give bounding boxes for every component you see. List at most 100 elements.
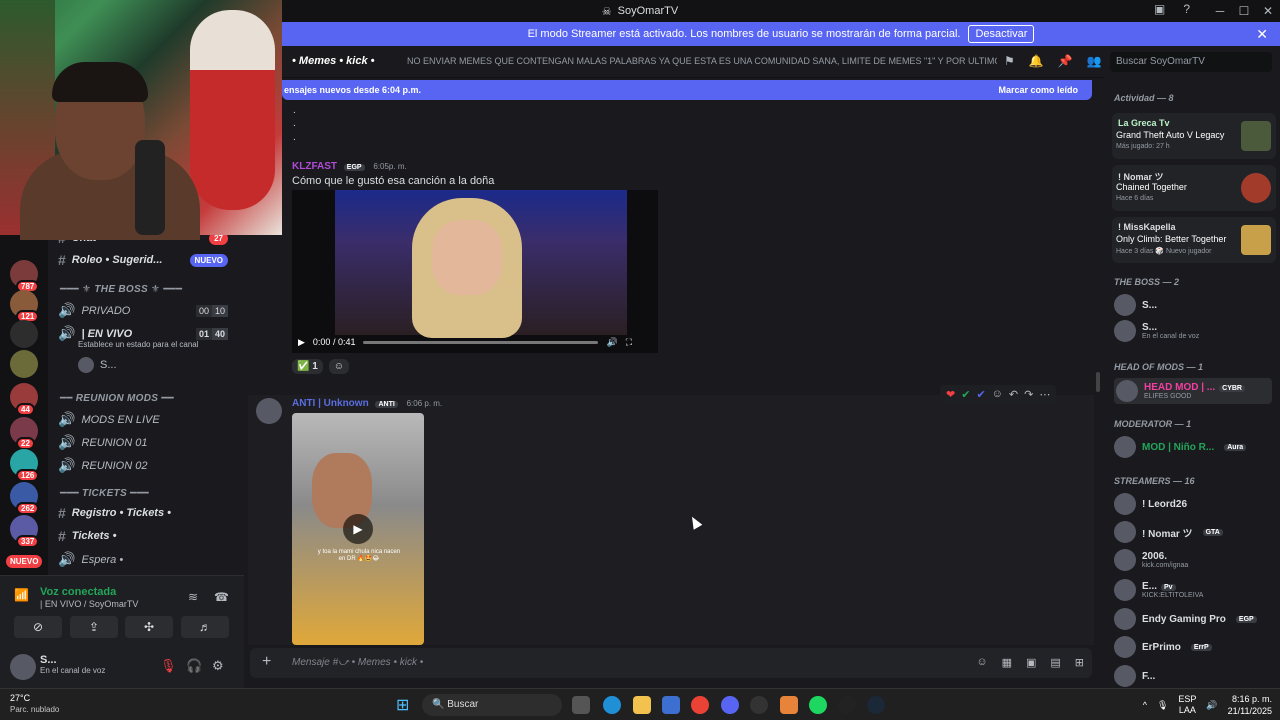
pin-icon[interactable]: 📌 bbox=[1058, 54, 1073, 68]
sticker-icon[interactable]: ▣ bbox=[1026, 656, 1036, 669]
forward-icon[interactable]: ↷ bbox=[1024, 388, 1033, 401]
server-icon[interactable]: 121 bbox=[10, 290, 40, 323]
member-item[interactable]: ! Leord26 bbox=[1114, 493, 1187, 515]
play-icon[interactable]: ▶ bbox=[298, 337, 305, 348]
member-item[interactable]: F... bbox=[1114, 665, 1155, 687]
disable-streamer-button[interactable]: Desactivar bbox=[968, 25, 1035, 43]
video-attachment[interactable]: ▶ y toa la mami chula nica nacen en DR 🔥… bbox=[292, 413, 424, 645]
minimize-button[interactable]: ─ bbox=[1208, 4, 1232, 18]
server-icon[interactable]: 126 bbox=[10, 449, 40, 482]
maximize-button[interactable]: ☐ bbox=[1232, 4, 1256, 18]
video-attachment[interactable]: ▶ 0:00 / 0:41 🔊 ⛶ bbox=[292, 190, 658, 353]
member-item[interactable]: 2006. kick.com/ignaa bbox=[1114, 549, 1188, 571]
inbox-icon[interactable]: ▣ bbox=[1154, 2, 1165, 16]
user-name[interactable]: S... bbox=[40, 654, 57, 666]
image-icon[interactable]: ▤ bbox=[1050, 656, 1060, 669]
member-item[interactable]: E... Pv KICK:ELTITOLEIVA bbox=[1114, 579, 1203, 601]
share-screen-button[interactable]: ⇪ bbox=[70, 616, 118, 638]
camera-button[interactable]: ⊘ bbox=[14, 616, 62, 638]
message-author[interactable]: KLZFAST EGP 6:05p. m. bbox=[292, 161, 407, 172]
activities-button[interactable]: ✣ bbox=[125, 616, 173, 638]
channel-registro-tickets[interactable]: # Registro • Tickets • bbox=[58, 505, 238, 521]
bell-icon[interactable]: 🔔 bbox=[1029, 54, 1044, 68]
gear-icon[interactable]: ⚙ bbox=[212, 658, 224, 674]
check-icon[interactable]: ✔ bbox=[961, 388, 970, 401]
signal-icon[interactable]: 📶 bbox=[14, 588, 29, 602]
mic-icon[interactable]: 🎙 bbox=[1157, 700, 1168, 711]
member-item[interactable]: HEAD MOD | ... CYBR ELIFES GOOD bbox=[1114, 378, 1272, 404]
threads-icon[interactable]: ⚑ bbox=[1004, 54, 1015, 68]
category-reunion-mods[interactable]: ━━ REUNION MODS ━━ bbox=[60, 393, 174, 404]
avatar[interactable] bbox=[10, 654, 36, 680]
mute-icon[interactable]: 🎙 bbox=[160, 658, 177, 674]
members-icon[interactable]: 👥 bbox=[1087, 54, 1102, 68]
channel-tickets[interactable]: # Tickets • bbox=[58, 528, 238, 544]
obs-icon[interactable] bbox=[838, 696, 856, 714]
chevron-up-icon[interactable]: ^ bbox=[1143, 700, 1147, 710]
activity-card[interactable]: ! MissKapella Only Climb: Better Together… bbox=[1112, 217, 1276, 263]
category-tickets[interactable]: ━━━ TICKETS ━━━ bbox=[60, 488, 149, 499]
discord-icon[interactable] bbox=[721, 696, 739, 714]
windows-start-icon[interactable]: ⊞ bbox=[396, 695, 409, 715]
channel-status-hint[interactable]: Establece un estado para el canal bbox=[78, 340, 244, 349]
member-item[interactable]: ErPrimo ErrP bbox=[1114, 636, 1212, 658]
more-icon[interactable]: ⋯ bbox=[1039, 388, 1050, 401]
reply-icon[interactable]: ↶ bbox=[1009, 388, 1018, 401]
steam-icon[interactable] bbox=[867, 696, 885, 714]
weather-widget[interactable]: 27°C Parc. nublado bbox=[10, 693, 59, 715]
search-input[interactable]: Buscar SoyOmarTV bbox=[1110, 52, 1272, 72]
fullscreen-icon[interactable]: ⛶ bbox=[626, 337, 632, 348]
new-server-badge[interactable]: NUEVO bbox=[6, 555, 43, 568]
emoji-icon[interactable]: ☺ bbox=[976, 656, 987, 669]
mark-read-button[interactable]: Marcar como leído bbox=[998, 85, 1078, 95]
scrollbar[interactable] bbox=[1096, 372, 1100, 392]
server-icon[interactable] bbox=[10, 320, 38, 348]
member-item[interactable]: S... bbox=[1114, 294, 1157, 316]
language-indicator[interactable]: ESP LAA bbox=[1178, 694, 1196, 716]
spotify-icon[interactable] bbox=[809, 696, 827, 714]
channel-reunion-02[interactable]: 🔊 REUNION 02 bbox=[58, 457, 238, 474]
channel-espera[interactable]: 🔊 Espera • bbox=[58, 551, 238, 568]
close-button[interactable]: ✕ bbox=[1256, 4, 1280, 18]
app-icon[interactable] bbox=[780, 696, 798, 714]
verified-icon[interactable]: ✔ bbox=[976, 388, 985, 401]
server-icon[interactable]: 44 bbox=[10, 383, 38, 416]
member-item[interactable]: S... En el canal de voz bbox=[1114, 320, 1199, 342]
taskbar-search[interactable]: 🔍 Buscar bbox=[422, 694, 562, 716]
message-author[interactable]: ANTI | Unknown ANTI 6:06 p. m. bbox=[292, 398, 442, 409]
member-item[interactable]: Endy Gaming Pro EGP bbox=[1114, 608, 1257, 630]
activity-card[interactable]: ! Nomar ツ Chained Together Hace 6 días bbox=[1112, 165, 1276, 211]
apps-icon[interactable]: ⊞ bbox=[1075, 656, 1084, 669]
message-composer[interactable]: + Mensaje #⤻ • Memes • kick • ☺ ▦ ▣ ▤ ⊞ bbox=[250, 648, 1092, 678]
gif-icon[interactable]: ▦ bbox=[1002, 656, 1012, 669]
activity-card[interactable]: La Greca Tv Grand Theft Auto V Legacy Más … bbox=[1112, 113, 1276, 159]
add-reaction-icon[interactable]: ☺ bbox=[992, 388, 1003, 401]
server-icon[interactable]: 337 bbox=[10, 515, 40, 548]
channel-reunion-01[interactable]: 🔊 REUNION 01 bbox=[58, 434, 238, 451]
category-the-boss[interactable]: ━━━ ⚜ THE BOSS ⚜ ━━━ bbox=[60, 284, 182, 295]
soundboard-button[interactable]: ♬ bbox=[181, 616, 229, 638]
server-icon[interactable]: 22 bbox=[10, 417, 38, 450]
server-icon[interactable]: 262 bbox=[10, 482, 40, 515]
heart-icon[interactable]: ❤ bbox=[946, 388, 955, 401]
headphones-icon[interactable]: 🎧 bbox=[186, 658, 202, 674]
avatar[interactable] bbox=[256, 398, 282, 424]
reaction-check[interactable]: ✅ 1 bbox=[292, 359, 323, 374]
edge-icon[interactable] bbox=[603, 696, 621, 714]
play-icon[interactable]: ▶ bbox=[343, 514, 373, 544]
close-icon[interactable]: ✕ bbox=[1256, 26, 1268, 43]
disconnect-icon[interactable]: ☎ bbox=[214, 590, 229, 604]
add-reaction-icon[interactable]: ☺ bbox=[328, 359, 350, 374]
voice-channel[interactable]: | EN VIVO / SoyOmarTV bbox=[40, 599, 138, 609]
server-icon[interactable]: 787 bbox=[10, 260, 40, 293]
plus-icon[interactable]: + bbox=[262, 653, 271, 671]
video-progress[interactable] bbox=[363, 340, 599, 344]
channel-privado[interactable]: 🔊 PRIVADO 00 10 bbox=[58, 302, 238, 319]
noise-icon[interactable]: ≋ bbox=[188, 590, 198, 604]
channel-mods-en-live[interactable]: 🔊 MODS EN LIVE bbox=[58, 411, 238, 428]
app-icon[interactable] bbox=[750, 696, 768, 714]
member-item[interactable]: MOD | Niño R... Aura bbox=[1114, 436, 1247, 458]
volume-icon[interactable]: 🔊 bbox=[1206, 700, 1217, 711]
task-view-icon[interactable] bbox=[572, 696, 590, 714]
channel-topic[interactable]: NO ENVIAR MEMES QUE CONTENGAN MALAS PALA… bbox=[407, 56, 997, 66]
